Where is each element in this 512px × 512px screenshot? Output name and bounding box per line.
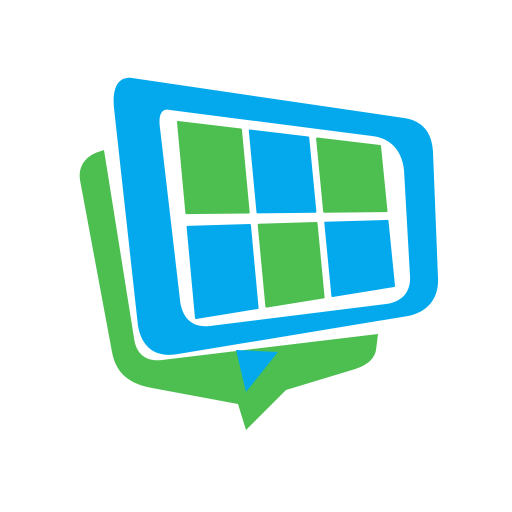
app-logo bbox=[0, 0, 512, 512]
panel-cell bbox=[316, 137, 388, 213]
panel-cell bbox=[177, 121, 250, 215]
solar-panel-speech-bubble-icon bbox=[79, 77, 439, 430]
panel-cell bbox=[257, 222, 325, 308]
panel-cell bbox=[186, 224, 259, 319]
panel-cell bbox=[248, 129, 317, 214]
panel-cell bbox=[324, 219, 395, 297]
